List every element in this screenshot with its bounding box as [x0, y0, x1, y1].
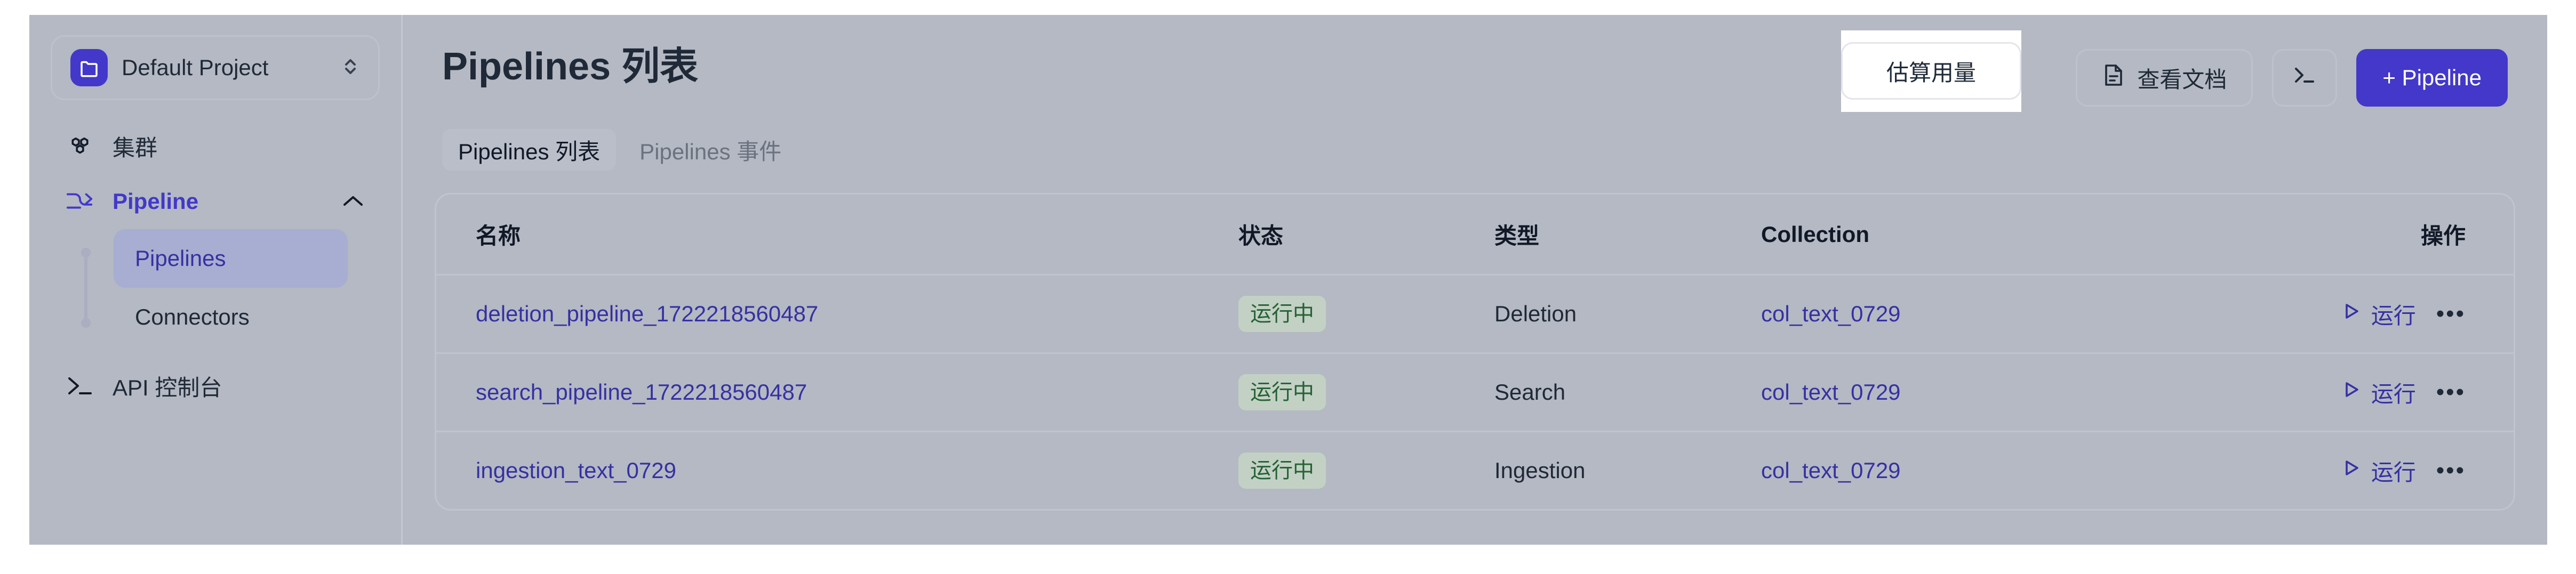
sidebar-subnav: Pipelines Connectors	[81, 229, 401, 346]
sidebar-subitem-label: Connectors	[135, 304, 250, 329]
column-header-status: 状态	[1238, 223, 1284, 248]
table-row: ingestion_text_0729 运行中 Ingestion col_te…	[436, 431, 2514, 509]
cell-operations: 运行 •••	[2294, 431, 2514, 509]
table-row: deletion_pipeline_1722218560487 运行中 Dele…	[436, 274, 2514, 353]
sidebar-item-connectors[interactable]: Connectors	[114, 288, 348, 346]
sidebar-item-label: Pipeline	[113, 189, 199, 214]
cell-status: 运行中	[1238, 431, 1494, 509]
table-header-row: 名称 状态 类型 Collection 操作	[436, 195, 2514, 275]
pipelines-table: 名称 状态 类型 Collection 操作 deletion_pipeline…	[436, 195, 2514, 509]
column-header-collection: Collection	[1761, 221, 1870, 247]
estimate-usage-button[interactable]: 估算用量	[1841, 42, 2021, 100]
tab-pipelines-events[interactable]: Pipelines 事件	[623, 129, 797, 171]
run-label: 运行	[2371, 381, 2416, 407]
status-badge: 运行中	[1238, 374, 1326, 410]
terminal-icon	[2292, 64, 2317, 91]
more-actions-icon[interactable]: •••	[2436, 458, 2466, 482]
pipeline-arrow-icon	[66, 187, 94, 216]
cell-name: search_pipeline_1722218560487	[436, 352, 1238, 432]
collection-link[interactable]: col_text_0729	[1761, 458, 1901, 483]
cell-status: 运行中	[1238, 352, 1494, 432]
pipelines-table-card: 名称 状态 类型 Collection 操作 deletion_pipeline…	[435, 193, 2515, 511]
collection-link[interactable]: col_text_0729	[1761, 379, 1901, 405]
page-title: Pipelines 列表	[442, 45, 699, 88]
create-pipeline-button[interactable]: + Pipeline	[2356, 49, 2508, 107]
run-label: 运行	[2371, 459, 2416, 485]
estimate-usage-label: 估算用量	[1886, 60, 1976, 85]
pipeline-name-link[interactable]: ingestion_text_0729	[476, 458, 676, 483]
estimate-usage-highlight-overlay: 估算用量	[1841, 30, 2021, 112]
column-header-type: 类型	[1494, 223, 1540, 248]
pipeline-name-link[interactable]: deletion_pipeline_1722218560487	[476, 301, 818, 326]
sidebar-item-api-console[interactable]: API 控制台	[51, 358, 380, 414]
document-icon	[2102, 62, 2125, 93]
cluster-icon	[66, 132, 94, 160]
column-header-operations: 操作	[2420, 223, 2466, 248]
status-badge: 运行中	[1238, 296, 1326, 332]
play-icon	[2340, 457, 2362, 484]
status-badge: 运行中	[1238, 452, 1326, 489]
cell-operations: 运行 •••	[2294, 352, 2514, 432]
cell-type: Deletion	[1494, 274, 1761, 353]
cell-operations: 运行 •••	[2294, 274, 2514, 353]
tab-pipelines-list[interactable]: Pipelines 列表	[442, 129, 617, 171]
view-docs-label: 查看文档	[2137, 67, 2227, 92]
sidebar-nav: 集群 Pipeline Pipelines Connectors API 控制台	[29, 118, 401, 414]
chevron-up-icon[interactable]	[341, 189, 365, 214]
terminal-icon	[66, 371, 94, 400]
terminal-console-button[interactable]	[2272, 49, 2338, 107]
cell-collection: col_text_0729	[1761, 352, 2294, 432]
project-name: Default Project	[122, 55, 269, 80]
row-actions: 运行 •••	[2294, 455, 2466, 487]
more-actions-icon[interactable]: •••	[2436, 302, 2466, 326]
sidebar-subitem-label: Pipelines	[135, 246, 226, 271]
row-actions: 运行 •••	[2294, 376, 2466, 409]
sidebar-item-pipeline[interactable]: Pipeline	[51, 174, 380, 229]
cell-type: Ingestion	[1494, 431, 1761, 509]
run-label: 运行	[2371, 303, 2416, 328]
subnav-rail	[81, 248, 91, 328]
more-actions-icon[interactable]: •••	[2436, 380, 2466, 404]
table-row: search_pipeline_1722218560487 运行中 Search…	[436, 352, 2514, 432]
tab-label: Pipelines 列表	[458, 139, 601, 164]
sidebar-item-pipelines[interactable]: Pipelines	[114, 229, 348, 288]
tab-bar: Pipelines 列表 Pipelines 事件	[403, 107, 2547, 171]
cell-collection: col_text_0729	[1761, 431, 2294, 509]
sidebar-item-label: API 控制台	[113, 375, 222, 400]
play-icon	[2340, 301, 2362, 327]
play-icon	[2340, 379, 2362, 406]
cell-name: deletion_pipeline_1722218560487	[436, 274, 1238, 353]
sidebar-item-label: 集群	[113, 135, 158, 160]
column-header-name: 名称	[476, 223, 521, 248]
chevron-up-down-icon[interactable]	[341, 54, 360, 82]
run-button[interactable]: 运行	[2340, 455, 2416, 487]
run-button[interactable]: 运行	[2340, 298, 2416, 330]
sidebar: Default Project 集群 Pipeline Pipelines Co…	[29, 15, 403, 545]
create-pipeline-label: + Pipeline	[2382, 65, 2482, 90]
cell-collection: col_text_0729	[1761, 274, 2294, 353]
run-button[interactable]: 运行	[2340, 376, 2416, 409]
table-body: deletion_pipeline_1722218560487 运行中 Dele…	[436, 274, 2514, 509]
pipeline-name-link[interactable]: search_pipeline_1722218560487	[476, 379, 807, 405]
main-content: Pipelines 列表 估算用量 查看文档	[403, 15, 2547, 545]
page-header: Pipelines 列表 估算用量 查看文档	[403, 15, 2547, 107]
cell-name: ingestion_text_0729	[436, 431, 1238, 509]
cell-type: Search	[1494, 352, 1761, 432]
row-actions: 运行 •••	[2294, 298, 2466, 330]
table-head: 名称 状态 类型 Collection 操作	[436, 195, 2514, 275]
project-selector[interactable]: Default Project	[51, 35, 380, 100]
cell-status: 运行中	[1238, 274, 1494, 353]
sidebar-item-cluster[interactable]: 集群	[51, 118, 380, 174]
tab-label: Pipelines 事件	[639, 139, 782, 164]
view-docs-button[interactable]: 查看文档	[2076, 49, 2253, 107]
folder-icon	[70, 49, 108, 86]
collection-link[interactable]: col_text_0729	[1761, 301, 1901, 326]
app-window: Default Project 集群 Pipeline Pipelines Co…	[29, 15, 2547, 545]
